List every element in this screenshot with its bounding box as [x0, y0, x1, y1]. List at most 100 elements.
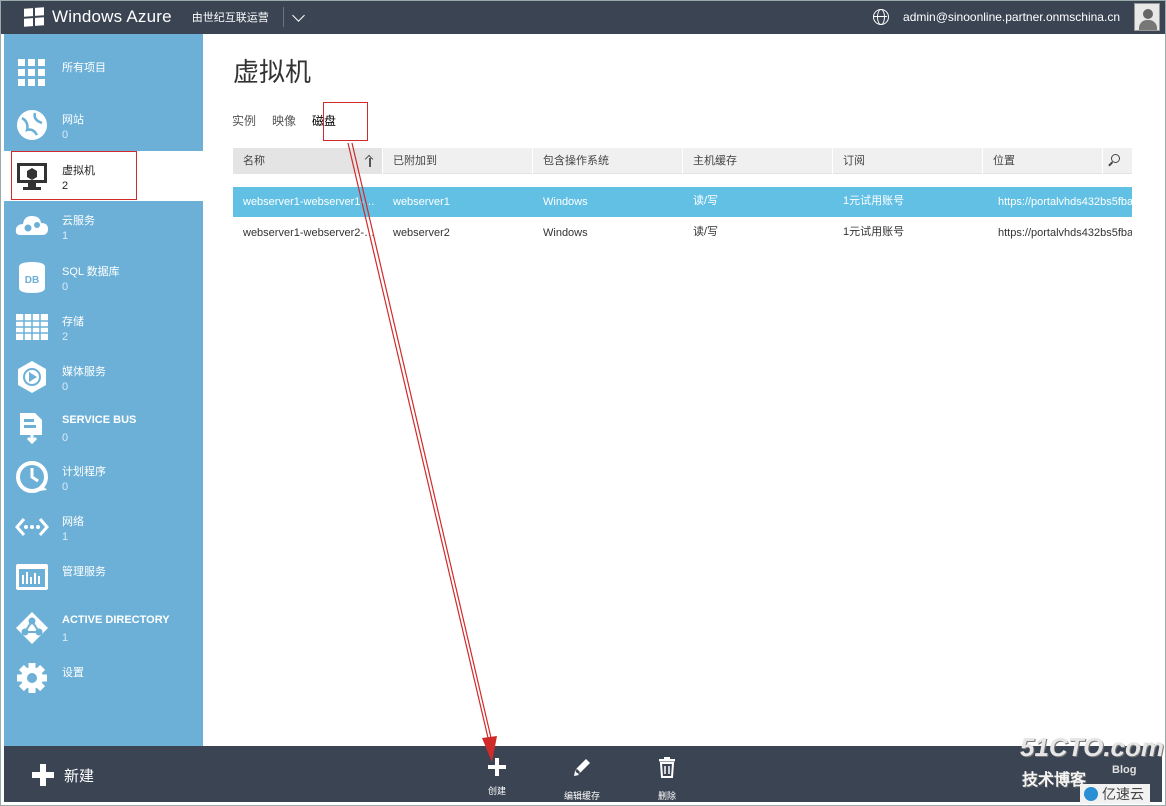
gear-icon: [17, 663, 47, 693]
chevron-down-icon[interactable]: [292, 10, 306, 24]
network-icon: [15, 518, 49, 536]
sidebar-item-websites[interactable]: 网站 0: [4, 100, 203, 150]
sidebar-item-count: 1: [62, 632, 69, 644]
sidebar-item-active-directory[interactable]: ACTIVE DIRECTORY 1: [4, 603, 203, 653]
edit-cache-button[interactable]: 编辑缓存: [557, 756, 607, 802]
column-header-location[interactable]: 位置: [983, 148, 1103, 174]
sidebar-item-count: 0: [62, 281, 69, 293]
cell-attached-to: webserver2: [393, 227, 450, 239]
annotation-highlight-box: [323, 102, 368, 141]
cell-subscription: 1元试用账号: [843, 195, 905, 207]
sidebar-item-label: SQL 数据库: [62, 266, 120, 278]
divider: [282, 7, 284, 27]
sidebar-item-media-services[interactable]: 媒体服务 0: [4, 352, 203, 402]
column-header-os[interactable]: 包含操作系统: [533, 148, 683, 174]
delete-button-label: 删除: [657, 791, 676, 801]
media-play-icon: [18, 361, 46, 393]
create-button-label: 创建: [487, 786, 506, 796]
delete-button[interactable]: 删除: [642, 756, 692, 802]
cell-location: https://portalvhds432bs5fba: [998, 227, 1132, 239]
sidebar-item-count: 0: [62, 432, 69, 444]
sidebar-item-cloud-services[interactable]: 云服务 1: [4, 201, 203, 251]
plus-icon: [32, 764, 54, 786]
pencil-icon: [574, 759, 590, 776]
table-row[interactable]: webserver1-webserver2-0-... webserver2 W…: [233, 218, 1132, 248]
sidebar-item-label: 云服务: [62, 215, 95, 227]
sidebar-item-label: 存储: [62, 316, 84, 328]
column-header-host-cache[interactable]: 主机缓存: [683, 148, 833, 174]
watermark-logo: 51CTO.com: [1020, 732, 1165, 762]
sidebar-item-count: 0: [62, 381, 69, 393]
new-button[interactable]: 新建: [32, 764, 94, 786]
column-header-subscription[interactable]: 订阅: [833, 148, 983, 174]
top-bar: Windows Azure 由世纪互联运营 admin@sinoonline.p…: [0, 0, 1166, 34]
column-header-label: 名称: [243, 155, 265, 167]
sidebar-item-label: 媒体服务: [62, 366, 106, 378]
sidebar-item-label: ACTIVE DIRECTORY: [62, 614, 170, 626]
disks-table: 名称 已附加到 包含操作系统 主机缓存 订阅 位置 webserver1-web…: [233, 148, 1132, 239]
sidebar-item-label: SERVICE BUS: [62, 414, 137, 426]
search-icon[interactable]: [1108, 154, 1120, 168]
sidebar: 所有项目 网站 0 虚拟机 2 云服务 1 DB SQL 数据库 0 存储 2 …: [4, 34, 203, 746]
create-button[interactable]: 创建: [472, 756, 522, 797]
sidebar-item-label: 计划程序: [62, 466, 106, 478]
svg-text:DB: DB: [25, 275, 39, 286]
sidebar-item-scheduler[interactable]: 计划程序 0: [4, 452, 203, 502]
sidebar-item-network[interactable]: 网络 1: [4, 502, 203, 552]
plus-icon: [486, 756, 508, 778]
sidebar-item-sql-database[interactable]: DB SQL 数据库 0: [4, 252, 203, 302]
watermark-text: 技术博客: [1022, 772, 1087, 789]
table-row[interactable]: webserver1-webserver1-0-... webserver1 W…: [233, 187, 1132, 217]
sidebar-item-all-items[interactable]: 所有项目: [4, 48, 203, 98]
command-bar: 新建 创建 编辑缓存 删除: [4, 746, 1162, 802]
cell-host-cache: 读/写: [693, 195, 719, 207]
sidebar-item-label: 所有项目: [62, 62, 106, 74]
cloud-services-icon: [15, 216, 48, 235]
cell-os: Windows: [543, 227, 588, 239]
cell-subscription: 1元试用账号: [843, 226, 905, 238]
sidebar-item-management-services[interactable]: 管理服务: [4, 552, 203, 602]
column-header-attached-to[interactable]: 已附加到: [383, 148, 533, 174]
service-bus-icon: [20, 413, 42, 445]
active-directory-icon: [16, 612, 48, 644]
sidebar-item-label: 设置: [62, 667, 84, 679]
sidebar-item-count: 1: [62, 531, 69, 543]
cell-name: webserver1-webserver1-0-...: [243, 196, 381, 208]
sidebar-item-settings[interactable]: 设置: [4, 653, 203, 703]
storage-table-icon: [16, 314, 48, 340]
globe-icon[interactable]: [873, 9, 890, 25]
edit-cache-button-label: 编辑缓存: [563, 791, 600, 801]
avatar[interactable]: [1134, 3, 1160, 31]
sql-database-icon: DB: [19, 262, 45, 293]
sidebar-item-count: 1: [62, 230, 69, 242]
cell-attached-to: webserver1: [393, 196, 450, 208]
windows-logo-icon: [24, 7, 44, 27]
sidebar-item-label: 网络: [62, 516, 84, 528]
new-button-label: 新建: [64, 767, 95, 785]
cell-name: webserver1-webserver2-0-...: [243, 227, 381, 239]
sidebar-item-count: 0: [62, 129, 69, 141]
brand-title: Windows Azure: [52, 7, 172, 26]
cell-os: Windows: [543, 196, 588, 208]
sidebar-item-label: 管理服务: [62, 566, 106, 578]
sort-up-icon[interactable]: [366, 156, 374, 167]
website-globe-icon: [17, 110, 47, 140]
page-title: 虚拟机: [233, 57, 312, 87]
cell-host-cache: 读/写: [693, 226, 719, 238]
trash-icon: [659, 757, 675, 778]
watermark-yisu: 亿速云: [1080, 784, 1150, 804]
cell-location: https://portalvhds432bs5fba: [998, 196, 1132, 208]
sidebar-item-storage[interactable]: 存储 2: [4, 302, 203, 352]
scheduler-clock-icon: [16, 461, 48, 493]
operator-label: 由世纪互联运营: [191, 12, 269, 24]
account-name[interactable]: admin@sinoonline.partner.onmschina.cn: [903, 10, 1120, 24]
management-services-icon: [16, 564, 48, 590]
column-header-name[interactable]: 名称: [233, 148, 383, 174]
sidebar-item-count: 2: [62, 331, 69, 343]
sidebar-item-count: 0: [62, 481, 69, 493]
grid-icon: [18, 59, 45, 86]
table-header: 名称 已附加到 包含操作系统 主机缓存 订阅 位置: [233, 148, 1132, 174]
sidebar-item-service-bus[interactable]: SERVICE BUS 0: [4, 403, 203, 453]
tab-instances[interactable]: 实例: [232, 110, 256, 131]
tab-images[interactable]: 映像: [272, 110, 296, 131]
